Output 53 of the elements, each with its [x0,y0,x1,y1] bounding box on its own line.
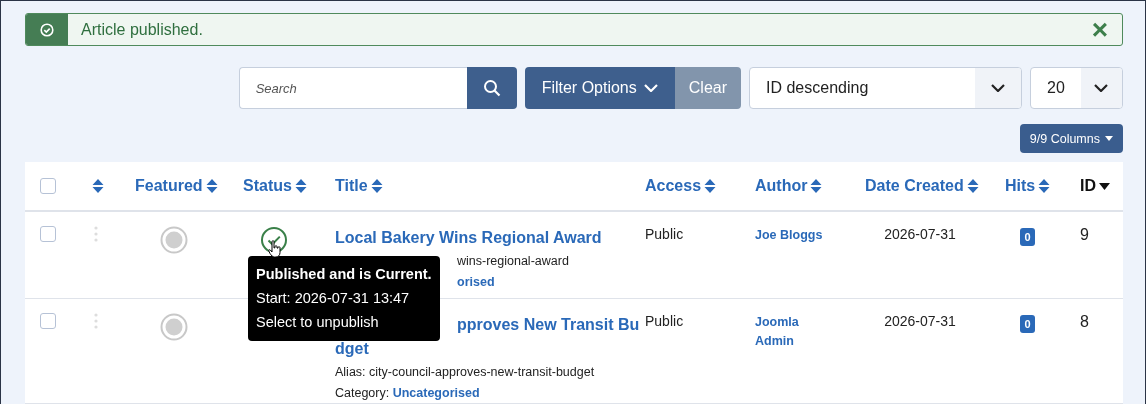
limit-select[interactable]: 20 [1030,67,1123,109]
access-text: Public [645,313,684,329]
chevron-down-icon [991,84,1005,92]
column-sort-link[interactable]: Date Created [865,177,979,195]
tooltip-text: Select to unpublish [256,313,380,332]
caret-down-icon [1105,136,1113,141]
category-label: Category: [335,386,390,400]
search-button[interactable] [466,67,517,109]
search-icon [482,79,501,97]
category-link[interactable]: orised [457,275,495,289]
column-sort-link[interactable]: ID [1080,177,1110,195]
date-text: 2026-07-31 [884,226,956,242]
filter-options-button[interactable]: Filter Options [524,67,675,109]
column-sort-link[interactable]: Access [645,177,717,195]
featured-toggle-icon[interactable] [160,226,188,254]
column-sort-link[interactable]: Title [335,177,383,195]
author-name-link[interactable]: Joe Bloggs [755,226,823,245]
columns-button[interactable]: 9/9 Columns [1019,124,1123,153]
row-checkbox[interactable] [40,313,56,329]
close-button[interactable]: × [1081,14,1122,45]
hits-badge: 0 [1020,315,1035,333]
date-text: 2026-07-31 [884,313,956,329]
author-name-link[interactable]: Joomla Admin [755,313,830,351]
column-sort-link[interactable]: Featured [135,177,218,195]
tooltip-title: Published and is Current. [256,265,432,284]
clear-button[interactable]: Clear [674,67,741,109]
category-link[interactable]: Uncategorised [392,386,480,400]
drag-handle-icon[interactable] [94,313,98,329]
sort-icon [92,178,104,194]
drag-handle-icon[interactable] [94,226,98,242]
id-text: 8 [1080,313,1089,330]
ordering-sort-button[interactable] [90,178,104,194]
row-checkbox[interactable] [40,226,56,242]
article-title-link[interactable]: Local Bakery Wins Regional Award [335,226,602,250]
column-sort-link[interactable]: Hits [1005,177,1051,195]
ordering-select[interactable]: ID descending [749,67,1022,109]
article-title-link[interactable]: dget [335,337,369,361]
column-sort-link[interactable]: Status [243,177,307,195]
tooltip-text: Start: 2026-07-31 13:47 [256,289,411,308]
alias-text: wins-regional-award [457,253,569,270]
featured-toggle-icon[interactable] [160,313,188,341]
select-all-checkbox[interactable] [40,178,56,194]
hits-badge: 0 [1020,228,1035,246]
access-text: Public [645,226,684,242]
article-title-link[interactable]: pproves New Transit Bu [457,313,640,337]
alert-message: Article published. [81,20,203,39]
column-sort-link[interactable]: Author [755,177,823,195]
search-field[interactable]: Search [238,67,467,109]
id-text: 9 [1080,226,1089,243]
check-circle-icon [40,22,54,37]
alias-text: Alias: city-council-approves-new-transit-budget [335,364,595,381]
chevron-down-icon [643,84,658,92]
chevron-down-icon [1094,84,1109,92]
